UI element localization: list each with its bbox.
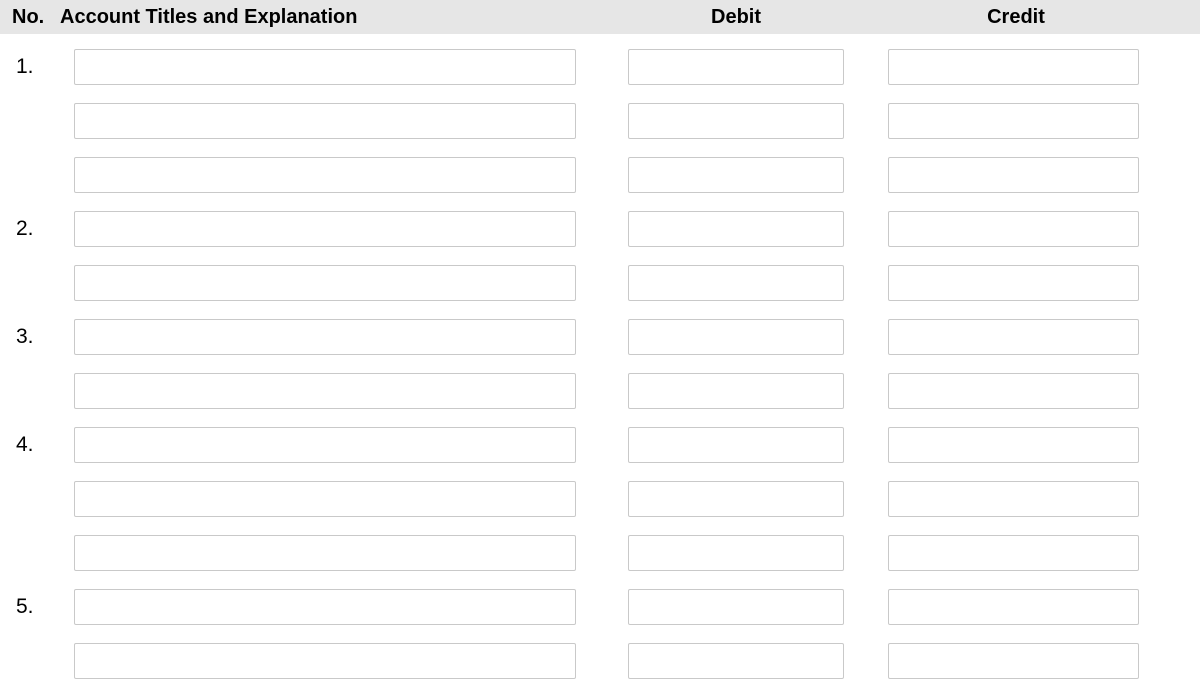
table-row <box>0 526 1200 580</box>
table-row: 3. <box>0 310 1200 364</box>
journal-entry-table: No. Account Titles and Explanation Debit… <box>0 0 1200 688</box>
table-row: 5. <box>0 580 1200 634</box>
debit-input[interactable] <box>628 373 844 409</box>
table-row: 1. <box>0 40 1200 94</box>
debit-input[interactable] <box>628 211 844 247</box>
credit-input[interactable] <box>888 319 1139 355</box>
account-cell <box>56 319 606 355</box>
header-debit: Debit <box>606 6 866 29</box>
debit-cell <box>606 319 866 355</box>
debit-cell <box>606 643 866 679</box>
table-row <box>0 148 1200 202</box>
debit-input[interactable] <box>628 643 844 679</box>
credit-cell <box>866 373 1166 409</box>
debit-input[interactable] <box>628 103 844 139</box>
account-input[interactable] <box>74 319 576 355</box>
credit-input[interactable] <box>888 157 1139 193</box>
credit-input[interactable] <box>888 103 1139 139</box>
credit-cell <box>866 265 1166 301</box>
debit-cell <box>606 157 866 193</box>
debit-cell <box>606 373 866 409</box>
account-cell <box>56 49 606 85</box>
row-number: 1. <box>0 55 56 79</box>
credit-cell <box>866 535 1166 571</box>
credit-input[interactable] <box>888 427 1139 463</box>
account-input[interactable] <box>74 103 576 139</box>
table-row <box>0 634 1200 688</box>
header-no: No. <box>0 6 56 29</box>
table-row <box>0 364 1200 418</box>
table-row <box>0 472 1200 526</box>
debit-cell <box>606 211 866 247</box>
table-row <box>0 94 1200 148</box>
row-number: 3. <box>0 325 56 349</box>
credit-cell <box>866 157 1166 193</box>
table-row: 2. <box>0 202 1200 256</box>
account-cell <box>56 265 606 301</box>
table-body: 1. 2. 3. 4. 5. <box>0 34 1200 688</box>
account-cell <box>56 103 606 139</box>
account-cell <box>56 211 606 247</box>
debit-input[interactable] <box>628 265 844 301</box>
header-credit: Credit <box>866 6 1166 29</box>
account-input[interactable] <box>74 481 576 517</box>
credit-input[interactable] <box>888 373 1139 409</box>
account-input[interactable] <box>74 211 576 247</box>
debit-input[interactable] <box>628 481 844 517</box>
credit-cell <box>866 643 1166 679</box>
table-row <box>0 256 1200 310</box>
row-number: 2. <box>0 217 56 241</box>
debit-input[interactable] <box>628 49 844 85</box>
credit-input[interactable] <box>888 481 1139 517</box>
account-input[interactable] <box>74 157 576 193</box>
account-input[interactable] <box>74 535 576 571</box>
account-input[interactable] <box>74 643 576 679</box>
credit-cell <box>866 481 1166 517</box>
debit-input[interactable] <box>628 535 844 571</box>
credit-cell <box>866 49 1166 85</box>
credit-input[interactable] <box>888 49 1139 85</box>
row-number: 4. <box>0 433 56 457</box>
credit-cell <box>866 103 1166 139</box>
account-cell <box>56 157 606 193</box>
account-input[interactable] <box>74 373 576 409</box>
credit-cell <box>866 589 1166 625</box>
account-cell <box>56 535 606 571</box>
debit-input[interactable] <box>628 427 844 463</box>
credit-input[interactable] <box>888 589 1139 625</box>
account-input[interactable] <box>74 427 576 463</box>
debit-cell <box>606 427 866 463</box>
account-input[interactable] <box>74 265 576 301</box>
debit-cell <box>606 49 866 85</box>
credit-cell <box>866 427 1166 463</box>
debit-cell <box>606 535 866 571</box>
table-header: No. Account Titles and Explanation Debit… <box>0 0 1200 34</box>
credit-input[interactable] <box>888 535 1139 571</box>
debit-input[interactable] <box>628 319 844 355</box>
credit-cell <box>866 319 1166 355</box>
credit-input[interactable] <box>888 643 1139 679</box>
debit-cell <box>606 481 866 517</box>
account-cell <box>56 589 606 625</box>
account-cell <box>56 373 606 409</box>
credit-cell <box>866 211 1166 247</box>
credit-input[interactable] <box>888 265 1139 301</box>
debit-input[interactable] <box>628 157 844 193</box>
row-number: 5. <box>0 595 56 619</box>
table-row: 4. <box>0 418 1200 472</box>
debit-cell <box>606 589 866 625</box>
header-account: Account Titles and Explanation <box>56 6 606 29</box>
account-cell <box>56 643 606 679</box>
credit-input[interactable] <box>888 211 1139 247</box>
debit-cell <box>606 265 866 301</box>
account-cell <box>56 427 606 463</box>
account-cell <box>56 481 606 517</box>
account-input[interactable] <box>74 49 576 85</box>
debit-input[interactable] <box>628 589 844 625</box>
account-input[interactable] <box>74 589 576 625</box>
debit-cell <box>606 103 866 139</box>
